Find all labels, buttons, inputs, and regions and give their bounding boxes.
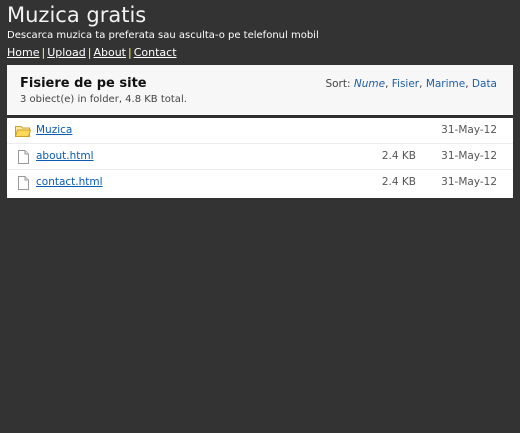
nav-link-upload[interactable]: Upload [47,46,86,59]
file-icon [15,175,31,190]
file-row-contact[interactable]: contact.html 2.4 KB 31-May-12 [7,170,513,195]
file-icon [15,149,31,164]
file-date: 31-May-12 [441,124,497,136]
panel-header: Fisiere de pe site 3 obiect(e) in folder… [7,65,513,114]
file-date: 31-May-12 [441,176,497,188]
file-row-muzica[interactable]: Muzica 31-May-12 [7,118,513,144]
nav-link-home[interactable]: Home [7,46,39,59]
sort-by-name-link[interactable]: Nume [354,78,385,90]
site-title: Muzica gratis [7,3,147,27]
file-size: 2.4 KB [381,176,416,188]
folder-icon [14,123,32,137]
file-listing-panel: Fisiere de pe site 3 obiect(e) in folder… [7,65,513,198]
file-row-about[interactable]: about.html 2.4 KB 31-May-12 [7,144,513,170]
main-nav: Home | Upload | About | Contact [7,46,177,60]
file-list: Muzica 31-May-12 about.html 2.4 KB 31-Ma… [7,118,513,195]
file-date: 31-May-12 [441,150,497,162]
nav-separator: | [41,46,46,59]
nav-link-contact[interactable]: Contact [134,46,177,59]
file-name-link[interactable]: about.html [36,144,94,169]
file-name-link[interactable]: contact.html [36,170,103,195]
nav-separator: | [128,46,132,59]
nav-link-about[interactable]: About [93,46,126,59]
sort-controls: Sort: Nume, Fisier, Marime, Data [325,78,497,90]
file-name-link[interactable]: Muzica [36,118,72,143]
sort-by-size-link[interactable]: Marime [426,78,465,90]
file-size: 2.4 KB [381,150,416,162]
sort-label: Sort: [325,78,351,90]
sort-by-file-link[interactable]: Fisier [392,78,419,90]
site-tagline: Descarca muzica ta preferata sau asculta… [7,30,319,41]
panel-title: Fisiere de pe site [20,76,147,91]
folder-summary: 3 obiect(e) in folder, 4.8 KB total. [20,94,187,105]
sort-by-date-link[interactable]: Data [472,78,497,90]
nav-separator: | [87,46,92,59]
